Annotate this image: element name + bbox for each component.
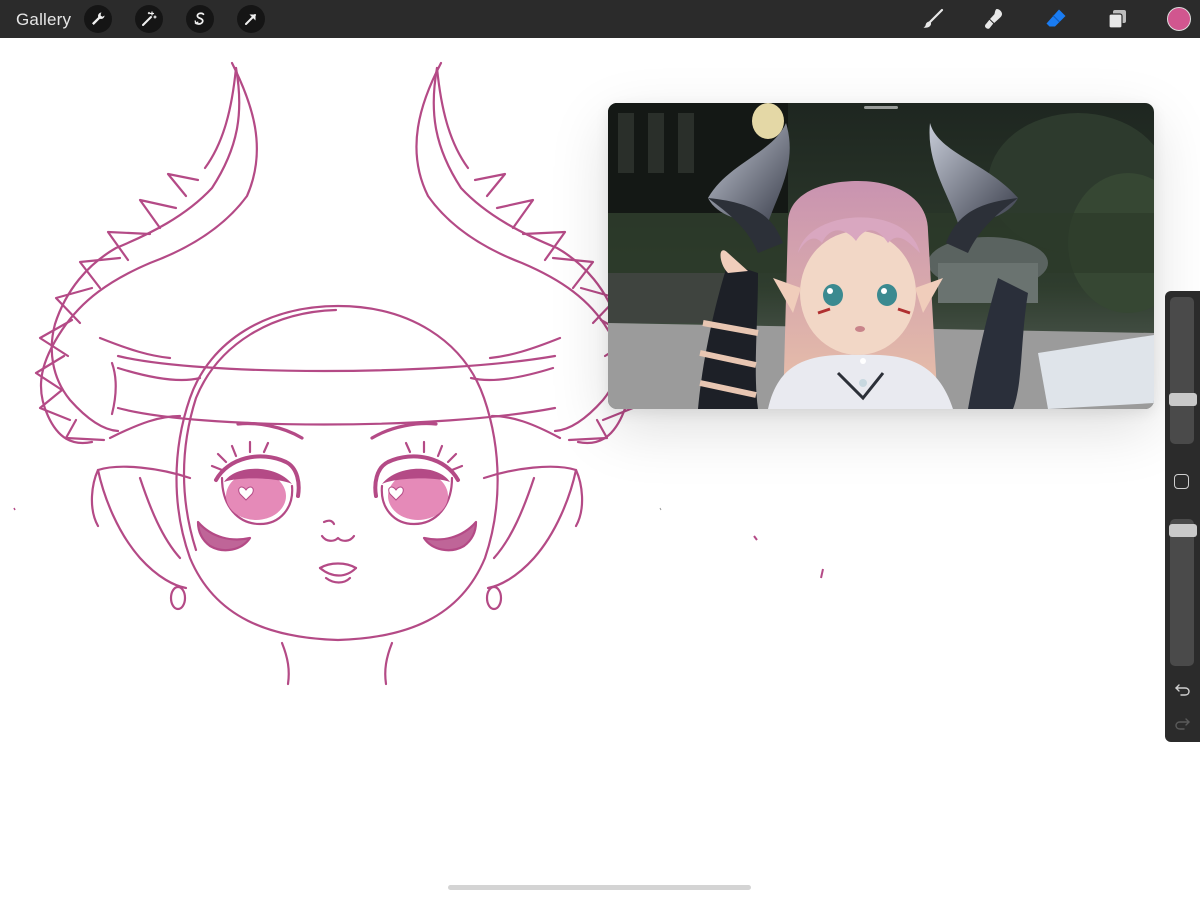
reference-window-handle[interactable] — [864, 106, 898, 109]
brush-size-thumb[interactable] — [1169, 393, 1197, 406]
top-toolbar: Gallery — [0, 0, 1200, 38]
brush-icon[interactable] — [920, 6, 946, 32]
opacity-thumb[interactable] — [1169, 524, 1197, 537]
undo-icon[interactable] — [1174, 681, 1191, 698]
layers-icon[interactable] — [1104, 6, 1130, 32]
reference-image — [608, 103, 1154, 409]
procreate-app: Gallery — [0, 0, 1200, 898]
brush-size-slider[interactable] — [1169, 297, 1197, 444]
square-icon[interactable] — [1174, 474, 1189, 489]
selection-s-icon[interactable] — [186, 5, 214, 33]
gallery-button[interactable]: Gallery — [16, 10, 71, 30]
magic-wand-icon[interactable] — [135, 5, 163, 33]
horned-character-sketch — [13, 61, 639, 686]
redo-icon[interactable] — [1174, 715, 1191, 732]
wrench-icon[interactable] — [84, 5, 112, 33]
stray-marks — [659, 507, 824, 579]
transform-arrow-icon[interactable] — [237, 5, 265, 33]
smudge-icon[interactable] — [981, 6, 1007, 32]
opacity-slider[interactable] — [1169, 519, 1197, 666]
current-color-swatch[interactable] — [1167, 7, 1191, 31]
side-bar — [1165, 291, 1200, 742]
home-indicator[interactable] — [448, 885, 751, 890]
reference-window[interactable] — [608, 103, 1154, 409]
eraser-icon[interactable] — [1043, 6, 1069, 32]
